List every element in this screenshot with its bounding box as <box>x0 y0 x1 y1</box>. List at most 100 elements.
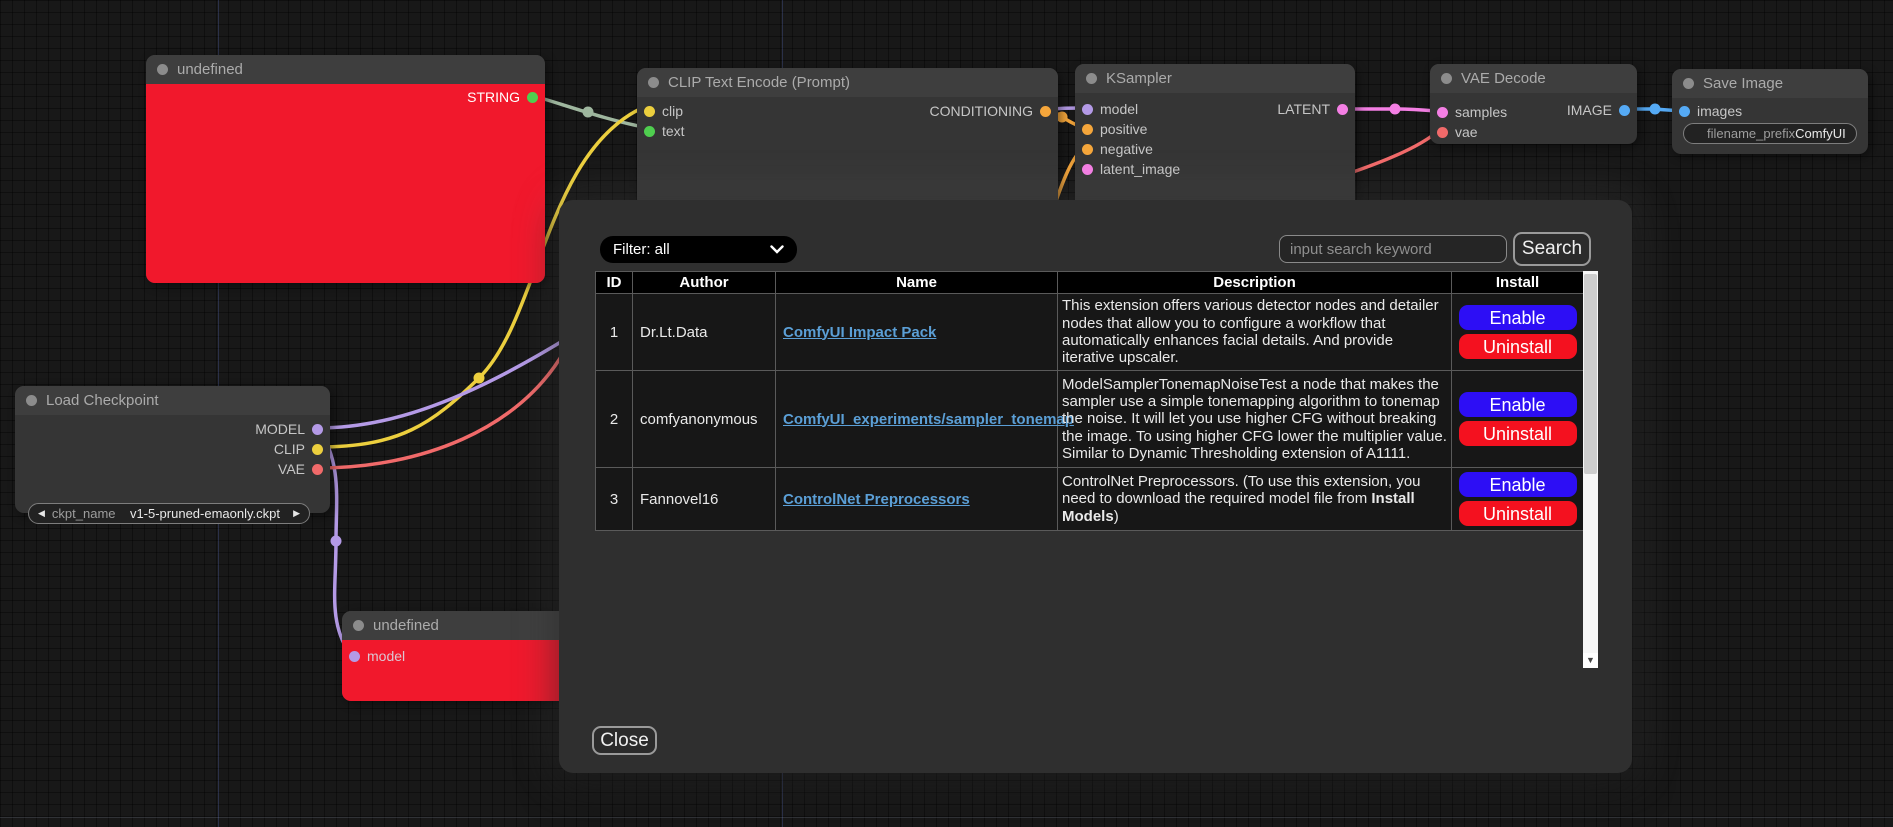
node-ksampler[interactable]: KSampler model positive negative latent_… <box>1075 64 1355 210</box>
header-description: Description <box>1058 272 1452 294</box>
filename-prefix-widget[interactable]: filename_prefix ComfyUI <box>1683 123 1857 144</box>
cell-description: This extension offers various detector n… <box>1058 294 1452 371</box>
string-output-port[interactable] <box>527 92 538 103</box>
filename-prefix-value: ComfyUI <box>1795 126 1852 141</box>
cell-description: ControlNet Preprocessors. (To use this e… <box>1058 468 1452 531</box>
scrollbar-thumb[interactable] <box>1584 274 1597 474</box>
chevron-right-icon[interactable]: ▶ <box>280 508 300 519</box>
node-clip-text-encode[interactable]: CLIP Text Encode (Prompt) clip text COND… <box>637 68 1058 208</box>
samples-input-port[interactable] <box>1437 107 1448 118</box>
cell-install: Enable Uninstall <box>1452 371 1584 468</box>
node-vae-decode[interactable]: VAE Decode samples vae IMAGE <box>1430 64 1637 144</box>
node-title: KSampler <box>1106 70 1172 87</box>
node-collapse-dot-icon[interactable] <box>353 620 364 631</box>
ckpt-name-widget[interactable]: ◀ ckpt_name v1-5-pruned-emaonly.ckpt ▶ <box>28 503 310 524</box>
clip-input-port[interactable] <box>644 106 655 117</box>
cell-description: ModelSamplerTonemapNoiseTest a node that… <box>1058 371 1452 468</box>
vae-output-port[interactable] <box>312 464 323 475</box>
output-slot-model: MODEL <box>15 419 330 439</box>
scroll-down-arrow-icon[interactable]: ▼ <box>1583 653 1598 668</box>
node-collapse-dot-icon[interactable] <box>1683 78 1694 89</box>
extension-link[interactable]: ControlNet Preprocessors <box>783 491 970 508</box>
output-slot-vae: VAE <box>15 459 330 479</box>
reroute-dot-image[interactable] <box>1650 104 1661 115</box>
node-header: Save Image <box>1672 69 1868 98</box>
reroute-dot-model[interactable] <box>331 536 342 547</box>
output-slot-clip: CLIP <box>15 439 330 459</box>
table-row: 3 Fannovel16 ControlNet Preprocessors Co… <box>596 468 1584 531</box>
node-header: Load Checkpoint <box>15 386 330 415</box>
extension-table-container: ID Author Name Description Install 1 Dr.… <box>595 271 1598 668</box>
node-undefined-bottom[interactable]: undefined model <box>342 611 582 701</box>
reroute-dot-clip[interactable] <box>474 373 485 384</box>
extension-table: ID Author Name Description Install 1 Dr.… <box>595 271 1584 531</box>
uninstall-button[interactable]: Uninstall <box>1459 501 1577 526</box>
node-graph-canvas[interactable]: undefined STRING CLIP Text Encode (Promp… <box>0 0 1893 827</box>
table-header-row: ID Author Name Description Install <box>596 272 1584 294</box>
table-row: 2 comfyanonymous ComfyUI_experiments/sam… <box>596 371 1584 468</box>
clip-output-port[interactable] <box>312 444 323 455</box>
extension-link[interactable]: ComfyUI Impact Pack <box>783 324 936 341</box>
node-collapse-dot-icon[interactable] <box>26 395 37 406</box>
node-undefined-top[interactable]: undefined STRING <box>146 55 545 283</box>
output-slot-latent: LATENT <box>1277 99 1355 119</box>
images-input-port[interactable] <box>1679 106 1690 117</box>
cell-author: comfyanonymous <box>633 371 776 468</box>
output-slot-image: IMAGE <box>1567 100 1637 120</box>
cell-author: Fannovel16 <box>633 468 776 531</box>
cell-id: 1 <box>596 294 633 371</box>
input-slot-text: text <box>637 121 1058 141</box>
table-scrollbar[interactable]: ▼ <box>1583 271 1598 668</box>
conditioning-output-port[interactable] <box>1040 106 1051 117</box>
node-load-checkpoint[interactable]: Load Checkpoint MODEL CLIP VAE ◀ ckpt_na… <box>15 386 330 513</box>
filter-select[interactable]: Filter: all <box>600 236 797 263</box>
model-output-port[interactable] <box>312 424 323 435</box>
enable-button[interactable]: Enable <box>1459 472 1577 497</box>
model-input-port[interactable] <box>349 651 360 662</box>
reroute-dot-conditioning[interactable] <box>1057 112 1068 123</box>
node-collapse-dot-icon[interactable] <box>157 64 168 75</box>
node-save-image[interactable]: Save Image images filename_prefix ComfyU… <box>1672 69 1868 154</box>
reroute-dot-latent[interactable] <box>1390 104 1401 115</box>
node-error-body: STRING <box>146 84 545 283</box>
node-header: undefined <box>146 55 545 84</box>
cell-id: 3 <box>596 468 633 531</box>
header-install: Install <box>1452 272 1584 294</box>
latent-image-input-port[interactable] <box>1082 164 1093 175</box>
output-label: STRING <box>467 89 520 105</box>
enable-button[interactable]: Enable <box>1459 392 1577 417</box>
header-id: ID <box>596 272 633 294</box>
node-title: undefined <box>177 61 243 78</box>
input-slot-vae: vae <box>1430 122 1637 142</box>
text-input-port[interactable] <box>644 126 655 137</box>
input-slot-latent-image: latent_image <box>1075 159 1355 179</box>
node-title: Load Checkpoint <box>46 392 159 409</box>
close-button[interactable]: Close <box>592 726 657 755</box>
node-collapse-dot-icon[interactable] <box>1441 73 1452 84</box>
extension-link[interactable]: ComfyUI_experiments/sampler_tonemap <box>783 411 1074 428</box>
search-input[interactable] <box>1279 235 1507 263</box>
positive-input-port[interactable] <box>1082 124 1093 135</box>
node-title: Save Image <box>1703 75 1783 92</box>
model-input-port[interactable] <box>1082 104 1093 115</box>
node-header: KSampler <box>1075 64 1355 93</box>
output-slot-conditioning: CONDITIONING <box>930 101 1058 121</box>
node-collapse-dot-icon[interactable] <box>1086 73 1097 84</box>
node-collapse-dot-icon[interactable] <box>648 77 659 88</box>
search-button[interactable]: Search <box>1513 232 1591 266</box>
uninstall-button[interactable]: Uninstall <box>1459 421 1577 446</box>
image-output-port[interactable] <box>1619 105 1630 116</box>
latent-output-port[interactable] <box>1337 104 1348 115</box>
reroute-dot-string[interactable] <box>583 107 594 118</box>
node-title: VAE Decode <box>1461 70 1546 87</box>
cell-id: 2 <box>596 371 633 468</box>
input-slot-images: images <box>1672 101 1868 121</box>
enable-button[interactable]: Enable <box>1459 305 1577 330</box>
vae-input-port[interactable] <box>1437 127 1448 138</box>
header-name: Name <box>776 272 1058 294</box>
node-header: VAE Decode <box>1430 64 1637 93</box>
uninstall-button[interactable]: Uninstall <box>1459 334 1577 359</box>
negative-input-port[interactable] <box>1082 144 1093 155</box>
chevron-left-icon[interactable]: ◀ <box>38 508 45 519</box>
chevron-down-icon <box>770 245 784 254</box>
